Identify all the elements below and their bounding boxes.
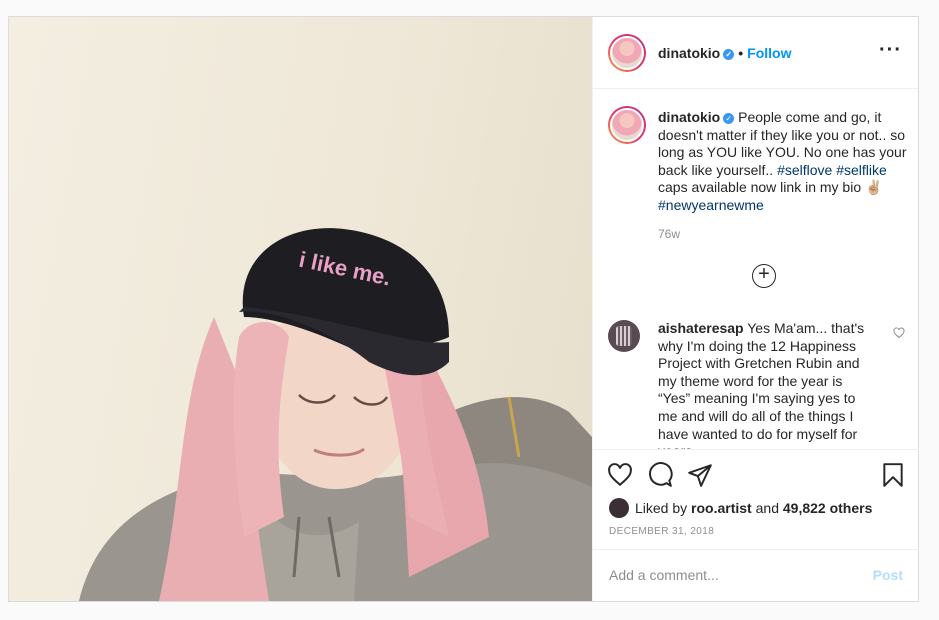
photo-illustration: i like me. <box>79 228 592 601</box>
hashtag-selflove[interactable]: #selflove <box>777 162 832 178</box>
comment-body: Yes Ma'am... that's why I'm doing the 12… <box>658 320 865 449</box>
victory-hand-emoji: ✌🏼 <box>865 179 883 196</box>
caption-verified-badge-icon: ✓ <box>723 113 735 124</box>
post-side-panel: dinatokio ✓ • Follow ··· dinatokio ✓ People … <box>592 17 919 601</box>
post-date[interactable]: DECEMBER 31, 2018 <box>609 526 714 537</box>
caption-body-2: caps available now link in my bio <box>658 179 865 196</box>
author-avatar[interactable] <box>608 34 646 72</box>
caption-age[interactable]: 76w <box>658 227 680 241</box>
author-username[interactable]: dinatokio <box>658 45 720 61</box>
hashtag-newyearnewme[interactable]: #newyearnewme <box>658 197 764 213</box>
caption-avatar[interactable] <box>608 106 646 144</box>
comment-like-heart-icon[interactable] <box>893 327 905 339</box>
comment-input[interactable] <box>609 564 849 586</box>
caption-text: dinatokio ✓ People come and go, it doesn'… <box>658 109 908 215</box>
follow-button[interactable]: Follow <box>747 45 791 61</box>
add-comment-bar: Post <box>593 549 919 601</box>
comment-text: aishateresap Yes Ma'am... that's why I'm… <box>658 320 870 449</box>
caption-username[interactable]: dinatokio <box>658 109 720 125</box>
save-bookmark-icon[interactable] <box>880 462 906 488</box>
header-author: dinatokio ✓ • Follow <box>658 45 791 61</box>
comments-area[interactable]: dinatokio ✓ People come and go, it doesn'… <box>593 89 919 449</box>
commenter-avatar[interactable] <box>608 320 640 352</box>
likes-prefix: Liked by <box>635 500 692 516</box>
likes-summary: Liked by roo.artist and 49,822 others <box>609 498 872 518</box>
liker-username[interactable]: roo.artist <box>691 500 752 516</box>
liker-avatar[interactable] <box>609 498 629 518</box>
share-paper-plane-icon[interactable] <box>687 462 713 488</box>
load-more-comments-icon[interactable]: + <box>752 264 776 288</box>
header-separator: • <box>738 45 744 61</box>
post-header: dinatokio ✓ • Follow ··· <box>593 17 918 89</box>
post-photo[interactable]: i like me. <box>9 17 592 601</box>
comment-bubble-icon[interactable] <box>647 462 673 488</box>
more-options-icon[interactable]: ··· <box>879 39 902 62</box>
post-actions: Liked by roo.artist and 49,822 others DE… <box>593 449 919 549</box>
like-heart-icon[interactable] <box>607 462 633 488</box>
post-comment-button[interactable]: Post <box>873 567 903 583</box>
instagram-post: i like me. dinatokio ✓ • Follow ··· dinatok… <box>8 16 919 602</box>
verified-badge-icon: ✓ <box>723 49 735 60</box>
likes-middle: and <box>751 500 783 516</box>
likes-count[interactable]: 49,822 others <box>783 500 873 516</box>
commenter-username[interactable]: aishateresap <box>658 320 744 336</box>
hashtag-selflike[interactable]: #selflike <box>836 162 887 178</box>
